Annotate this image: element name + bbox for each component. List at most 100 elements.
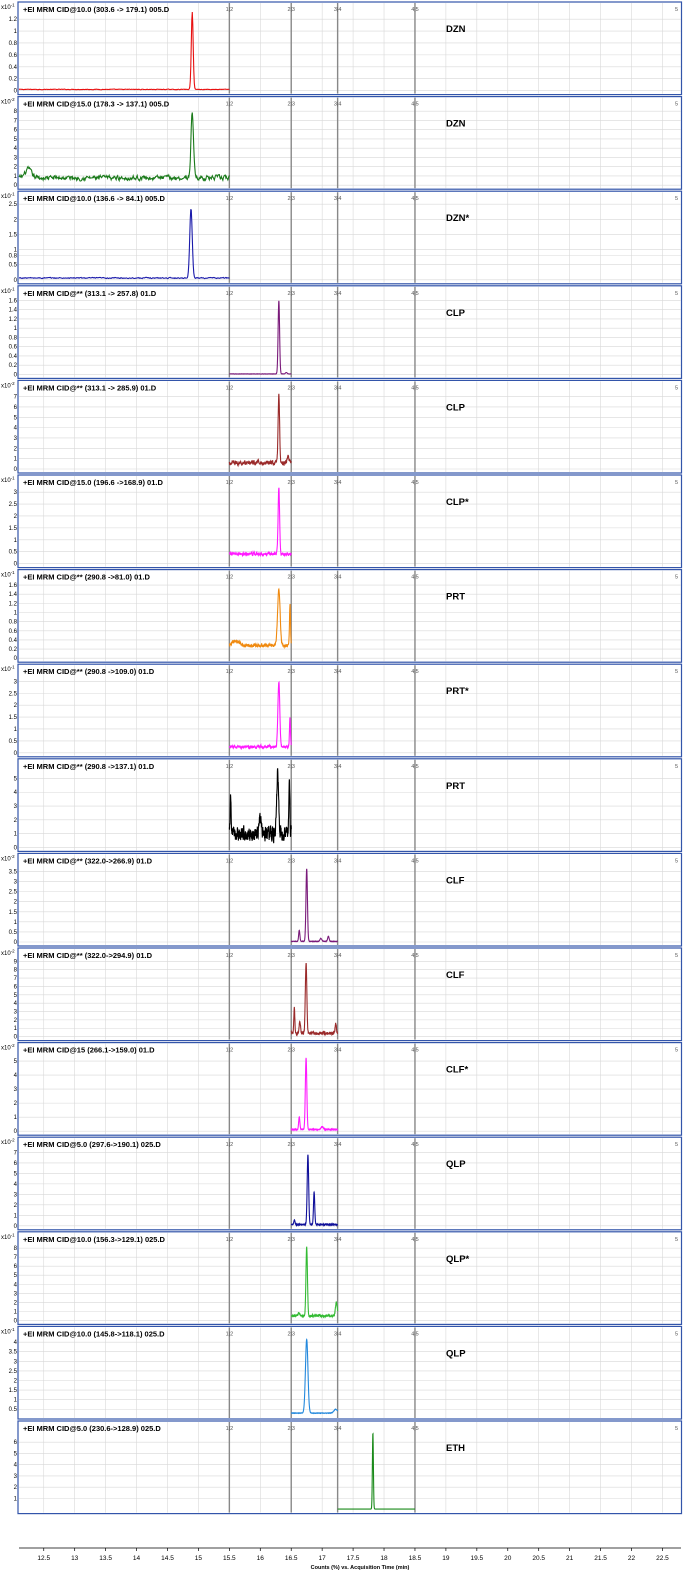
y-tick-label: 0 <box>14 467 18 473</box>
segment-boundary-label: 1|2 <box>226 1237 234 1243</box>
y-tick-label: 3 <box>14 880 18 886</box>
segment-boundary-label: 5 <box>675 1237 678 1243</box>
y-tick-label: 1.5 <box>9 715 18 721</box>
compound-label: PRT* <box>446 686 469 697</box>
chromatogram-panel: 0 1 2 3 4 5 6 7 8 9 1|2 2|3 3|4 4|5 5 x10-2 +EI MRM CID@… <box>1 947 683 1042</box>
y-tick-label: 3 <box>14 490 18 496</box>
x-tick-label: 15.5 <box>223 1555 236 1562</box>
y-tick-label: 6 <box>14 1440 18 1446</box>
x-tick-label: 17.5 <box>347 1555 360 1562</box>
y-tick-label: 3.5 <box>9 1350 18 1356</box>
segment-boundary-label: 3|4 <box>334 1142 342 1148</box>
segment-boundary-label: 1|2 <box>226 385 234 391</box>
y-tick-label: 1.4 <box>9 308 18 314</box>
x-axis: 12.5 13 13.5 14 14.5 15 15.5 16 16.5 17 17.5 18 18.5… <box>19 1547 681 1571</box>
segment-boundary-label: 3|4 <box>334 7 342 13</box>
segment-boundary-label: 3|4 <box>334 858 342 864</box>
panel-title: +EI MRM CID@15.0 (196.6 ->168.9) 01.D <box>23 478 163 487</box>
y-tick-label: 1.6 <box>9 298 18 304</box>
segment-boundary-label: 5 <box>675 480 678 486</box>
y-tick-label: 0.5 <box>9 263 18 269</box>
y-tick-label: 1 <box>14 1496 18 1502</box>
y-tick-label: 7 <box>14 395 18 401</box>
chromatogram-panel: 0 1 2 3 4 5 6 7 1|2 2|3 3|4 4|5 5 x10-2 +EI MRM CID@**… <box>1 379 683 474</box>
y-tick-label: 0.5 <box>9 1407 18 1413</box>
segment-boundary-label: 3|4 <box>334 196 342 202</box>
chromatogram-panel: 0 1 2 3 4 5 1|2 2|3 3|4 4|5 5 x10-2 +EI MRM CID@15 (… <box>1 1041 683 1136</box>
y-tick-label: 4 <box>14 146 18 152</box>
chromatogram-panel: 0 0.5 0.81 1.5 2 2.5 1|2 2|3 3|4 4|5 5 x10-1 +EI MRM… <box>1 190 683 285</box>
y-tick-label: 7 <box>14 1150 18 1156</box>
segment-boundary-label: 1|2 <box>226 1331 234 1337</box>
y-tick-label: 2 <box>14 446 18 452</box>
segment-boundary-label: 3|4 <box>334 575 342 581</box>
segment-boundary-label: 5 <box>675 858 678 864</box>
segment-boundary-label: 3|4 <box>334 1331 342 1337</box>
y-tick-label: 5 <box>14 415 18 421</box>
y-tick-label: 7 <box>14 118 18 124</box>
segment-boundary-label: 4|5 <box>411 7 419 13</box>
segment-boundary-label: 5 <box>675 953 678 959</box>
compound-label: QLP <box>446 1348 466 1359</box>
segment-boundary-label: 1|2 <box>226 196 234 202</box>
x-tick-label: 21 <box>566 1555 574 1562</box>
segment-boundary-label: 2|3 <box>287 764 295 770</box>
y-scale-exponent: x10-1 <box>1 192 15 201</box>
y-tick-label: 2 <box>14 1018 18 1024</box>
y-tick-label: 3 <box>14 436 18 442</box>
segment-boundary-label: 2|3 <box>287 953 295 959</box>
y-tick-label: 1 <box>14 1309 18 1315</box>
y-tick-label: 5 <box>14 993 18 999</box>
chromatogram-panel: 0 0.5 1 1.5 2 2.5 3 1|2 2|3 3|4 4|5 5 x10-1 +EI MRM C… <box>1 474 683 569</box>
y-tick-label: 0.5 <box>9 739 18 745</box>
panel-title: +EI MRM CID@** (290.8 ->81.0) 01.D <box>23 573 151 582</box>
y-tick-label: 0 <box>14 89 18 95</box>
x-tick-label: 22 <box>628 1555 636 1562</box>
y-tick-label: 0.8 <box>9 41 18 47</box>
y-tick-label: 5 <box>14 1171 18 1177</box>
y-tick-label: 5 <box>14 1273 18 1279</box>
y-tick-label: 1 <box>14 174 18 180</box>
y-tick-label: 4 <box>14 790 18 796</box>
y-tick-label: 1 <box>14 1398 18 1404</box>
y-scale-exponent: x10-1 <box>1 1327 15 1336</box>
segment-boundary-label: 2|3 <box>287 669 295 675</box>
segment-boundary-label: 3|4 <box>334 385 342 391</box>
y-scale-exponent: x10-1 <box>1 286 15 295</box>
y-tick-label: 6 <box>14 1161 18 1167</box>
y-tick-label: 1.5 <box>9 910 18 916</box>
y-tick-label: 4 <box>14 426 18 432</box>
segment-boundary-label: 2|3 <box>287 102 295 108</box>
y-tick-label: 8 <box>14 109 18 115</box>
x-tick-label: 22.5 <box>656 1555 669 1562</box>
y-tick-label: 9 <box>14 959 18 965</box>
panel-frame <box>17 1420 683 1515</box>
chromatogram-panel: 0 1 2 3 4 5 6 7 8 1|2 2|3 3|4 4|5 5 x10-1 +EI MRM CID@1… <box>1 1231 683 1326</box>
y-scale-exponent: x10-1 <box>1 3 15 12</box>
segment-boundary-label: 2|3 <box>287 858 295 864</box>
y-tick-label: 0 <box>14 845 18 851</box>
y-tick-label: 1 <box>14 326 18 332</box>
compound-label: QLP <box>446 1159 466 1170</box>
y-tick-label: 2 <box>14 1203 18 1209</box>
chromatogram-figure: 0 0.2 0.4 0.6 0.8 1 1.2 1|2 2|3 3|4 4|5 5 x10-1 +EI M… <box>0 0 685 1575</box>
y-tick-label: 2 <box>14 165 18 171</box>
compound-label: DZN <box>446 119 466 130</box>
segment-boundary-label: 4|5 <box>411 1048 419 1054</box>
segment-boundary-label: 5 <box>675 1426 678 1432</box>
y-tick-label: 1 <box>14 457 18 463</box>
segment-boundary-label: 5 <box>675 669 678 675</box>
y-tick-label: 2 <box>14 703 18 709</box>
y-tick-label: 3 <box>14 1359 18 1365</box>
y-tick-label: 1.2 <box>9 17 18 23</box>
chromatogram-panel: 0 1 2 3 4 5 6 7 8 1|2 2|3 3|4 4|5 5 x10-2 +EI MRM CID@1… <box>1 95 683 190</box>
y-tick-label: 3 <box>14 804 18 810</box>
y-tick-label: 2.5 <box>9 202 18 208</box>
segment-boundary-label: 3|4 <box>334 1426 342 1432</box>
y-tick-label: 0.6 <box>9 629 18 635</box>
segment-boundary-label: 4|5 <box>411 575 419 581</box>
segment-boundary-label: 2|3 <box>287 480 295 486</box>
panel-title: +EI MRM CID@5.0 (230.6->128.9) 025.D <box>23 1424 161 1433</box>
chromatogram-panel: 1 2 3 4 5 6 1|2 2|3 3|4 4|5 5 +EI MRM CID@5.0 (230.… <box>14 1420 683 1515</box>
y-tick-label: 4 <box>14 1073 18 1079</box>
